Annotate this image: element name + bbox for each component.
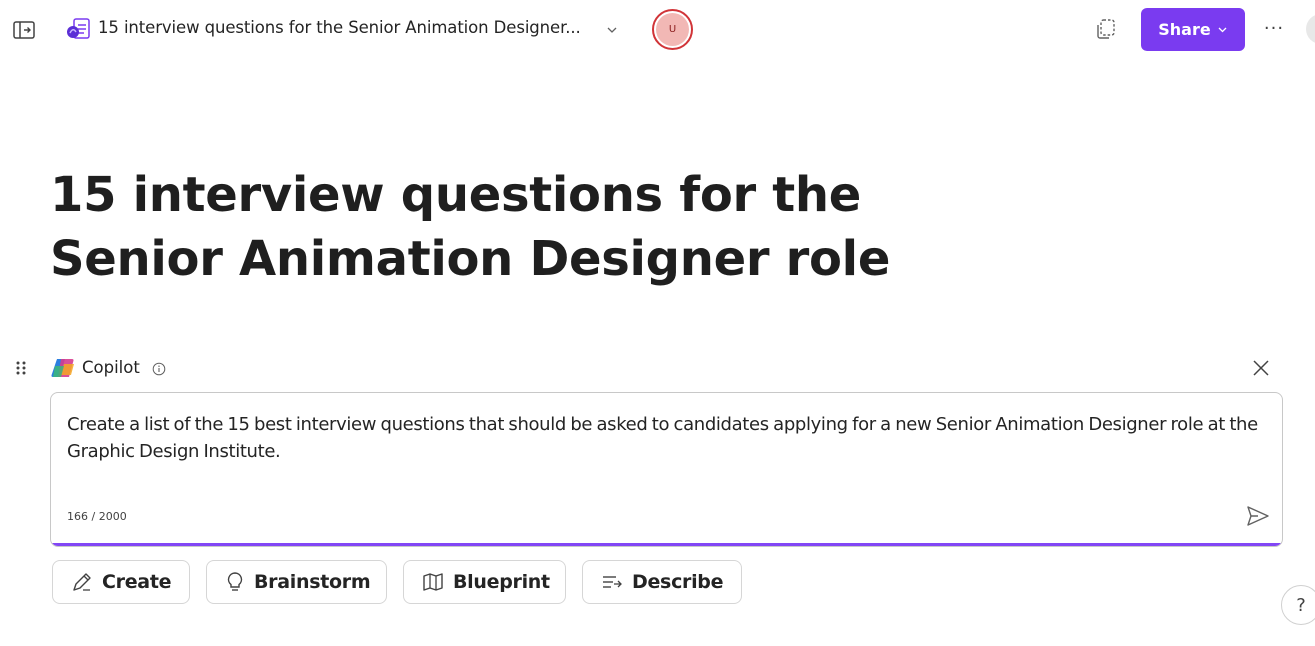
brainstorm-button[interactable]: Brainstorm bbox=[206, 560, 387, 604]
focus-underline bbox=[51, 543, 1282, 546]
more-options-icon[interactable]: ··· bbox=[1262, 18, 1286, 40]
help-button[interactable]: ? bbox=[1281, 585, 1315, 625]
chevron-down-icon bbox=[1218, 27, 1227, 33]
blueprint-button[interactable]: Blueprint bbox=[403, 560, 566, 604]
describe-button[interactable]: Describe bbox=[582, 560, 742, 604]
document-title[interactable]: 15 interview questions for the Senior An… bbox=[98, 18, 581, 37]
info-icon[interactable] bbox=[152, 361, 166, 376]
copilot-logo-icon bbox=[50, 356, 76, 380]
describe-label: Describe bbox=[632, 571, 724, 593]
character-counter: 166 / 2000 bbox=[67, 510, 127, 523]
brainstorm-label: Brainstorm bbox=[254, 571, 371, 593]
lightbulb-icon bbox=[227, 572, 243, 591]
copilot-prompt-box: Create a list of the 15 best interview q… bbox=[50, 392, 1283, 547]
create-button[interactable]: Create bbox=[52, 560, 190, 604]
copilot-label: Copilot bbox=[82, 358, 140, 377]
page-title[interactable]: 15 interview questions for the Senior An… bbox=[50, 163, 1050, 291]
share-button[interactable]: Share bbox=[1141, 8, 1245, 51]
create-label: Create bbox=[102, 571, 172, 593]
blueprint-label: Blueprint bbox=[453, 571, 550, 593]
drag-handle-icon[interactable] bbox=[14, 359, 28, 377]
text-arrow-icon bbox=[603, 576, 622, 588]
close-icon[interactable] bbox=[1250, 357, 1272, 379]
edge-avatar[interactable] bbox=[1306, 14, 1315, 44]
prompt-input[interactable]: Create a list of the 15 best interview q… bbox=[67, 411, 1267, 465]
copy-component-icon[interactable] bbox=[1094, 17, 1118, 41]
avatar[interactable]: U bbox=[652, 9, 693, 50]
chevron-down-icon[interactable] bbox=[605, 22, 619, 36]
top-bar: 15 interview questions for the Senior An… bbox=[0, 0, 1315, 58]
avatar-initial: U bbox=[656, 13, 689, 46]
share-label: Share bbox=[1158, 20, 1211, 39]
loop-page-icon bbox=[65, 17, 91, 41]
send-icon[interactable] bbox=[1245, 504, 1271, 528]
map-icon bbox=[423, 573, 443, 591]
sidebar-toggle-icon[interactable] bbox=[12, 19, 36, 41]
pen-sparkle-icon bbox=[73, 573, 91, 591]
